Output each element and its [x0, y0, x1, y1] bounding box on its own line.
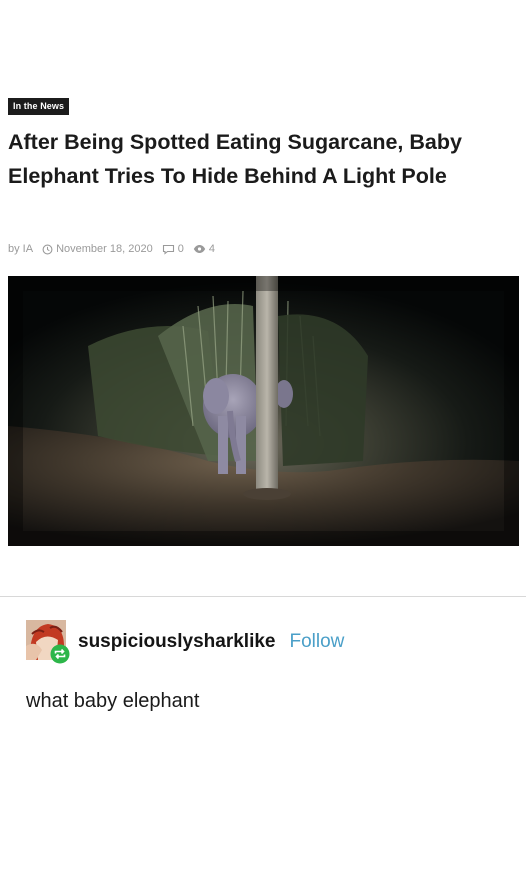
post-divider — [0, 596, 526, 597]
follow-button[interactable]: Follow — [290, 631, 345, 653]
author-byline[interactable]: by IA — [8, 243, 33, 255]
reblog-icon — [50, 644, 70, 669]
post-text: what baby elephant — [26, 690, 200, 712]
article-headline[interactable]: After Being Spotted Eating Sugarcane, Ba… — [8, 125, 513, 193]
eye-icon — [193, 244, 206, 254]
category-badge[interactable]: In the News — [8, 98, 70, 115]
clock-icon — [42, 244, 53, 255]
light-pole — [256, 276, 278, 494]
avatar[interactable] — [26, 620, 70, 664]
post-header: suspiciouslysharklike Follow — [26, 620, 344, 664]
publish-date: November 18, 2020 — [56, 243, 153, 255]
article-meta: by IA November 18, 2020 0 4 — [8, 243, 215, 255]
article-photo[interactable] — [8, 276, 519, 546]
views-count: 4 — [208, 243, 215, 255]
baby-elephant-photo — [8, 276, 519, 546]
username[interactable]: suspiciouslysharklike — [78, 631, 276, 653]
comments-count[interactable]: 0 — [178, 243, 184, 255]
comment-icon[interactable] — [162, 244, 175, 255]
